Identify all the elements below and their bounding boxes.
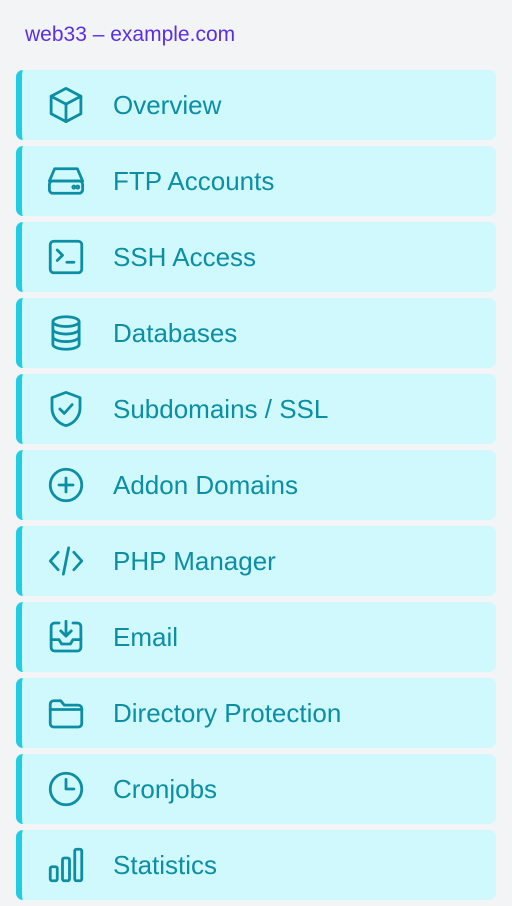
menu-item-ssh-access[interactable]: SSH Access (16, 222, 496, 292)
menu-item-email[interactable]: Email (16, 602, 496, 672)
shield-check-icon (44, 387, 88, 431)
menu-item-label: FTP Accounts (113, 165, 275, 196)
folder-icon (44, 691, 88, 735)
menu-item-subdomains-ssl[interactable]: Subdomains / SSL (16, 374, 496, 444)
menu-item-databases[interactable]: Databases (16, 298, 496, 368)
clock-icon (44, 767, 88, 811)
menu-item-statistics[interactable]: Statistics (16, 830, 496, 900)
code-icon (44, 539, 88, 583)
menu-item-cronjobs[interactable]: Cronjobs (16, 754, 496, 824)
menu-item-label: PHP Manager (113, 545, 276, 576)
menu-item-addon-domains[interactable]: Addon Domains (16, 450, 496, 520)
database-icon (44, 311, 88, 355)
bar-chart-icon (44, 843, 88, 887)
menu-item-label: Subdomains / SSL (113, 393, 329, 424)
menu-item-label: Email (113, 621, 179, 652)
menu-item-ftp-accounts[interactable]: FTP Accounts (16, 146, 496, 216)
menu-item-label: Statistics (113, 849, 218, 880)
terminal-icon (44, 235, 88, 279)
menu-item-label: Addon Domains (113, 469, 298, 500)
plus-circle-icon (44, 463, 88, 507)
sidebar-menu: Overview FTP Accounts SSH Access Databas… (16, 70, 496, 906)
page-title: web33 – example.com (25, 23, 236, 46)
menu-item-label: Cronjobs (113, 773, 218, 804)
menu-item-label: SSH Access (113, 241, 257, 272)
menu-item-label: Overview (113, 89, 222, 120)
inbox-download-icon (44, 615, 88, 659)
menu-item-directory-protection[interactable]: Directory Protection (16, 678, 496, 748)
menu-item-php-manager[interactable]: PHP Manager (16, 526, 496, 596)
menu-item-label: Databases (113, 317, 238, 348)
menu-item-label: Directory Protection (113, 697, 342, 728)
cube-icon (44, 83, 88, 127)
menu-item-overview[interactable]: Overview (16, 70, 496, 140)
hard-drive-icon (44, 159, 88, 203)
